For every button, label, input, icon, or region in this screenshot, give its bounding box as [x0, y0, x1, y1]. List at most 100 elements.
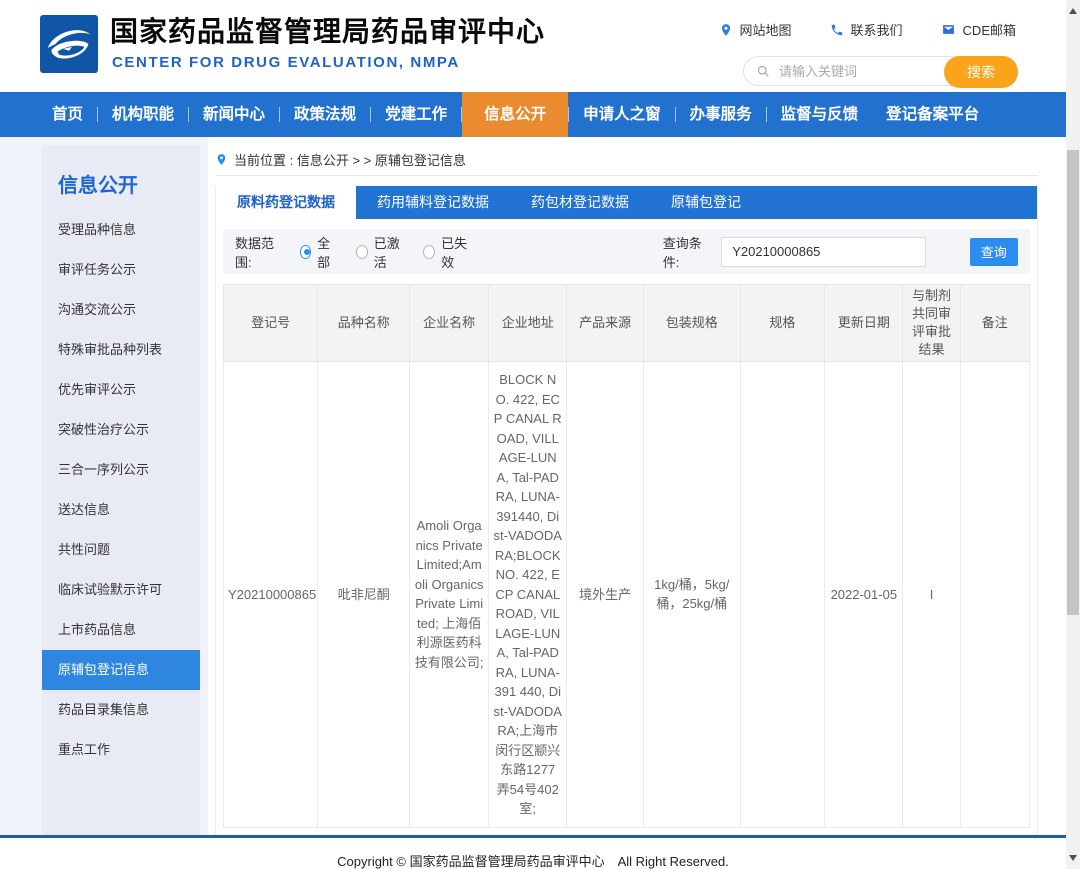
header-links: 网站地图 联系我们 CDE邮箱: [719, 20, 1016, 39]
col-update-date: 更新日期: [825, 285, 903, 362]
sidebar: 信息公开 受理品种信息 审评任务公示 沟通交流公示 特殊审批品种列表 优先审评公…: [42, 145, 200, 835]
vertical-scrollbar: [1066, 0, 1080, 869]
sitemap-link-label: 网站地图: [740, 20, 792, 39]
radio-activated[interactable]: 已激活: [356, 233, 405, 271]
sidebar-item-accepted-varieties[interactable]: 受理品种信息: [42, 210, 200, 250]
sidebar-title: 信息公开: [42, 145, 200, 210]
nav-item-home[interactable]: 首页: [38, 92, 97, 137]
nav-item-news[interactable]: 新闻中心: [189, 92, 279, 137]
col-product-name: 品种名称: [318, 285, 410, 362]
swan-logo-icon: [40, 15, 98, 73]
table-header-row: 登记号 品种名称 企业名称 企业地址 产品来源 包装规格 规格 更新日期 与制剂…: [224, 285, 1030, 362]
body-area: 信息公开 受理品种信息 审评任务公示 沟通交流公示 特殊审批品种列表 优先审评公…: [0, 137, 1066, 835]
main-nav: 首页 机构职能 新闻中心 政策法规 党建工作 信息公开 申请人之窗 办事服务 监…: [0, 92, 1066, 137]
nav-item-supervision[interactable]: 监督与反馈: [767, 92, 873, 137]
nav-item-policies[interactable]: 政策法规: [280, 92, 370, 137]
radio-unselected-icon: [423, 245, 435, 259]
cde-logo[interactable]: [40, 15, 98, 73]
nav-item-registration-platform[interactable]: 登记备案平台: [872, 92, 993, 137]
cell-source: 境外生产: [567, 362, 644, 828]
scroll-down-arrow-icon[interactable]: [1069, 855, 1077, 861]
contact-link[interactable]: 联系我们: [830, 20, 903, 39]
query-input[interactable]: [721, 237, 925, 267]
tab-registration[interactable]: 原辅包登记: [650, 186, 762, 219]
radio-all-label: 全部: [317, 233, 338, 271]
nav-item-info-disclosure[interactable]: 信息公开: [462, 92, 568, 137]
scope-label: 数据范围:: [235, 233, 282, 271]
tab-excipient-data[interactable]: 药用辅料登记数据: [356, 186, 510, 219]
radio-activated-label: 已激活: [374, 233, 406, 271]
footer: Copyright © 国家药品监督管理局药品审评中心 All Right Re…: [0, 838, 1066, 869]
query-button[interactable]: 查询: [970, 238, 1019, 266]
scroll-up-arrow-icon[interactable]: [1069, 8, 1077, 14]
col-reg-no: 登记号: [224, 285, 318, 362]
query-label: 查询条件:: [663, 233, 710, 271]
scrollbar-thumb[interactable]: [1067, 150, 1079, 615]
main-content: 当前位置 : 信息公开 > > 原辅包登记信息 原料药登记数据 药用辅料登记数据…: [215, 150, 1038, 869]
cell-update-date: 2022-01-05: [825, 362, 903, 828]
phone-icon: [830, 23, 844, 37]
radio-unselected-icon: [356, 245, 368, 259]
sidebar-item-marketed-drugs[interactable]: 上市药品信息: [42, 610, 200, 650]
results-table-wrap: 登记号 品种名称 企业名称 企业地址 产品来源 包装规格 规格 更新日期 与制剂…: [223, 284, 1030, 828]
search-icon: [756, 64, 771, 79]
sidebar-item-drug-catalog[interactable]: 药品目录集信息: [42, 690, 200, 730]
radio-selected-icon: [300, 245, 312, 259]
sidebar-item-special-approval[interactable]: 特殊审批品种列表: [42, 330, 200, 370]
page: 国家药品监督管理局药品审评中心 CENTER FOR DRUG EVALUATI…: [0, 0, 1080, 869]
location-pin-icon: [719, 23, 733, 37]
mailbox-link-label: CDE邮箱: [963, 20, 1016, 39]
nav-item-functions[interactable]: 机构职能: [98, 92, 188, 137]
sidebar-item-communication[interactable]: 沟通交流公示: [42, 290, 200, 330]
nav-item-party[interactable]: 党建工作: [371, 92, 461, 137]
col-company-address: 企业地址: [489, 285, 567, 362]
cell-company-address: BLOCK NO. 422, ECP CANAL ROAD, VILLAGE-L…: [489, 362, 567, 828]
results-table: 登记号 品种名称 企业名称 企业地址 产品来源 包装规格 规格 更新日期 与制剂…: [223, 284, 1030, 828]
radio-expired-label: 已失效: [441, 233, 473, 271]
col-company-name: 企业名称: [410, 285, 489, 362]
sidebar-item-clinical-trial-license[interactable]: 临床试验默示许可: [42, 570, 200, 610]
sidebar-item-priority-review[interactable]: 优先审评公示: [42, 370, 200, 410]
cell-spec: [740, 362, 825, 828]
sidebar-item-review-tasks[interactable]: 审评任务公示: [42, 250, 200, 290]
location-pin-icon: [215, 153, 228, 166]
table-row: Y20210000865 吡非尼酮 Amoli Organics Private…: [224, 362, 1030, 828]
tab-packaging-material-data[interactable]: 药包材登记数据: [510, 186, 650, 219]
filter-bar: 数据范围: 全部 已激活 已失效 查询条件: 查询: [223, 229, 1030, 274]
sidebar-item-three-in-one[interactable]: 三合一序列公示: [42, 450, 200, 490]
cell-remark: [960, 362, 1029, 828]
breadcrumb-text[interactable]: 当前位置 : 信息公开 > > 原辅包登记信息: [234, 150, 466, 169]
cell-package-spec: 1kg/桶，5kg/桶，25kg/桶: [643, 362, 740, 828]
cell-joint-review-result: I: [903, 362, 960, 828]
search-button[interactable]: 搜索: [944, 56, 1018, 88]
tab-raw-material-data[interactable]: 原料药登记数据: [216, 186, 356, 219]
nav-item-applicant-window[interactable]: 申请人之窗: [569, 92, 675, 137]
tab-bar: 原料药登记数据 药用辅料登记数据 药包材登记数据 原辅包登记: [216, 186, 1037, 219]
cell-reg-no: Y20210000865: [224, 362, 318, 828]
col-source: 产品来源: [567, 285, 644, 362]
nav-item-services[interactable]: 办事服务: [676, 92, 766, 137]
sidebar-item-key-work[interactable]: 重点工作: [42, 730, 200, 770]
sidebar-item-excipient-registration[interactable]: 原辅包登记信息: [42, 650, 200, 690]
col-package-spec: 包装规格: [643, 285, 740, 362]
radio-all[interactable]: 全部: [300, 233, 338, 271]
mail-icon: [941, 23, 956, 36]
col-joint-review-result: 与制剂共同审评审批结果: [903, 285, 960, 362]
breadcrumb: 当前位置 : 信息公开 > > 原辅包登记信息: [215, 150, 1038, 176]
col-spec: 规格: [740, 285, 825, 362]
contact-link-label: 联系我们: [851, 20, 903, 39]
site-header: 国家药品监督管理局药品审评中心 CENTER FOR DRUG EVALUATI…: [0, 0, 1066, 92]
sidebar-item-common-issues[interactable]: 共性问题: [42, 530, 200, 570]
col-remark: 备注: [960, 285, 1029, 362]
sidebar-item-delivery-info[interactable]: 送达信息: [42, 490, 200, 530]
site-title: 国家药品监督管理局药品审评中心: [110, 10, 545, 50]
site-subtitle: CENTER FOR DRUG EVALUATION, NMPA: [112, 54, 460, 71]
sidebar-item-breakthrough-therapy[interactable]: 突破性治疗公示: [42, 410, 200, 450]
mailbox-link[interactable]: CDE邮箱: [941, 20, 1016, 39]
site-search: 搜索: [743, 56, 1018, 86]
content-panel: 原料药登记数据 药用辅料登记数据 药包材登记数据 原辅包登记 数据范围: 全部 …: [215, 186, 1038, 869]
cell-company-name: Amoli Organics Private Limited;Amoli Org…: [410, 362, 489, 828]
copyright-text: Copyright © 国家药品监督管理局药品审评中心 All Right Re…: [337, 854, 729, 869]
sitemap-link[interactable]: 网站地图: [719, 20, 792, 39]
radio-expired[interactable]: 已失效: [423, 233, 472, 271]
